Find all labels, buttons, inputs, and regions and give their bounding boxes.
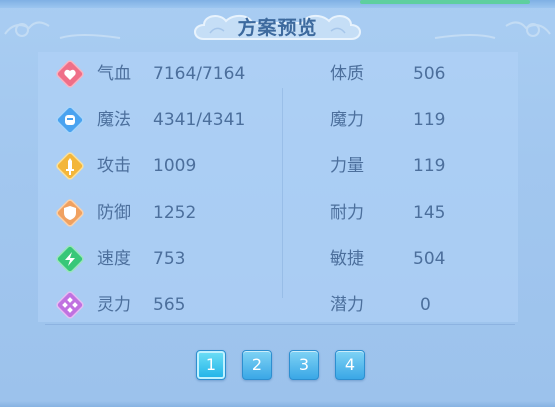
stat-row-magic-power: 魔力 119: [330, 105, 520, 135]
lightning-icon: [56, 245, 84, 273]
stat-label: 防御: [97, 203, 131, 223]
cloud-ornament-right-icon: [434, 21, 551, 39]
stat-value: 1252: [153, 203, 197, 223]
sword-icon: [56, 152, 84, 180]
column-divider: [282, 88, 283, 298]
scheme-preview-panel: 方案预览 气血 7164/7164 魔法 4341/4341 攻击 1009 防…: [0, 0, 555, 407]
stat-label: 潜力: [330, 295, 364, 315]
cloud-ornament-left-icon: [4, 21, 121, 39]
stat-label: 敏捷: [330, 249, 364, 269]
stat-label: 速度: [97, 249, 131, 269]
stat-row-hp: 气血 7164/7164: [55, 59, 275, 89]
stat-label: 灵力: [97, 295, 131, 315]
stat-label: 耐力: [330, 203, 364, 223]
spirit-icon: [56, 291, 84, 319]
stat-row-mp: 魔法 4341/4341: [55, 105, 275, 135]
top-green-bar: [360, 0, 530, 4]
stat-row-defense: 防御 1252: [55, 198, 275, 228]
top-strip: [0, 0, 555, 8]
stat-value: 565: [153, 295, 186, 315]
heart-icon: [56, 60, 84, 88]
stat-value: 504: [413, 249, 446, 269]
stat-label: 力量: [330, 156, 364, 176]
stat-label: 魔法: [97, 110, 131, 130]
stat-label: 气血: [97, 64, 131, 84]
page-button-2[interactable]: 2: [242, 350, 272, 380]
title-banner: 方案预览: [190, 11, 365, 45]
stat-value: 7164/7164: [153, 64, 246, 84]
bottom-strip: [0, 401, 555, 407]
stat-value: 0: [420, 295, 431, 315]
stat-label: 体质: [330, 64, 364, 84]
stat-value: 506: [413, 64, 446, 84]
stat-row-agility: 敏捷 504: [330, 244, 520, 274]
magic-icon: [56, 106, 84, 134]
stat-row-spirit: 灵力 565: [55, 290, 275, 320]
stat-value: 4341/4341: [153, 110, 246, 130]
stat-row-attack: 攻击 1009: [55, 151, 275, 181]
stat-row-strength: 力量 119: [330, 151, 520, 181]
stat-row-potential: 潜力 0: [330, 290, 520, 320]
stat-value: 145: [413, 203, 446, 223]
bottom-divider: [45, 324, 515, 325]
stats-box: [38, 52, 518, 322]
shield-icon: [56, 199, 84, 227]
page-button-1[interactable]: 1: [196, 350, 226, 380]
stat-value: 753: [153, 249, 186, 269]
stat-row-constitution: 体质 506: [330, 59, 520, 89]
stat-value: 119: [413, 110, 446, 130]
page-title: 方案预览: [237, 17, 318, 39]
stat-value: 119: [413, 156, 446, 176]
stat-row-endurance: 耐力 145: [330, 198, 520, 228]
page-button-3[interactable]: 3: [289, 350, 319, 380]
page-button-4[interactable]: 4: [335, 350, 365, 380]
stat-row-speed: 速度 753: [55, 244, 275, 274]
stat-label: 攻击: [97, 156, 131, 176]
stat-value: 1009: [153, 156, 197, 176]
stat-label: 魔力: [330, 110, 364, 130]
